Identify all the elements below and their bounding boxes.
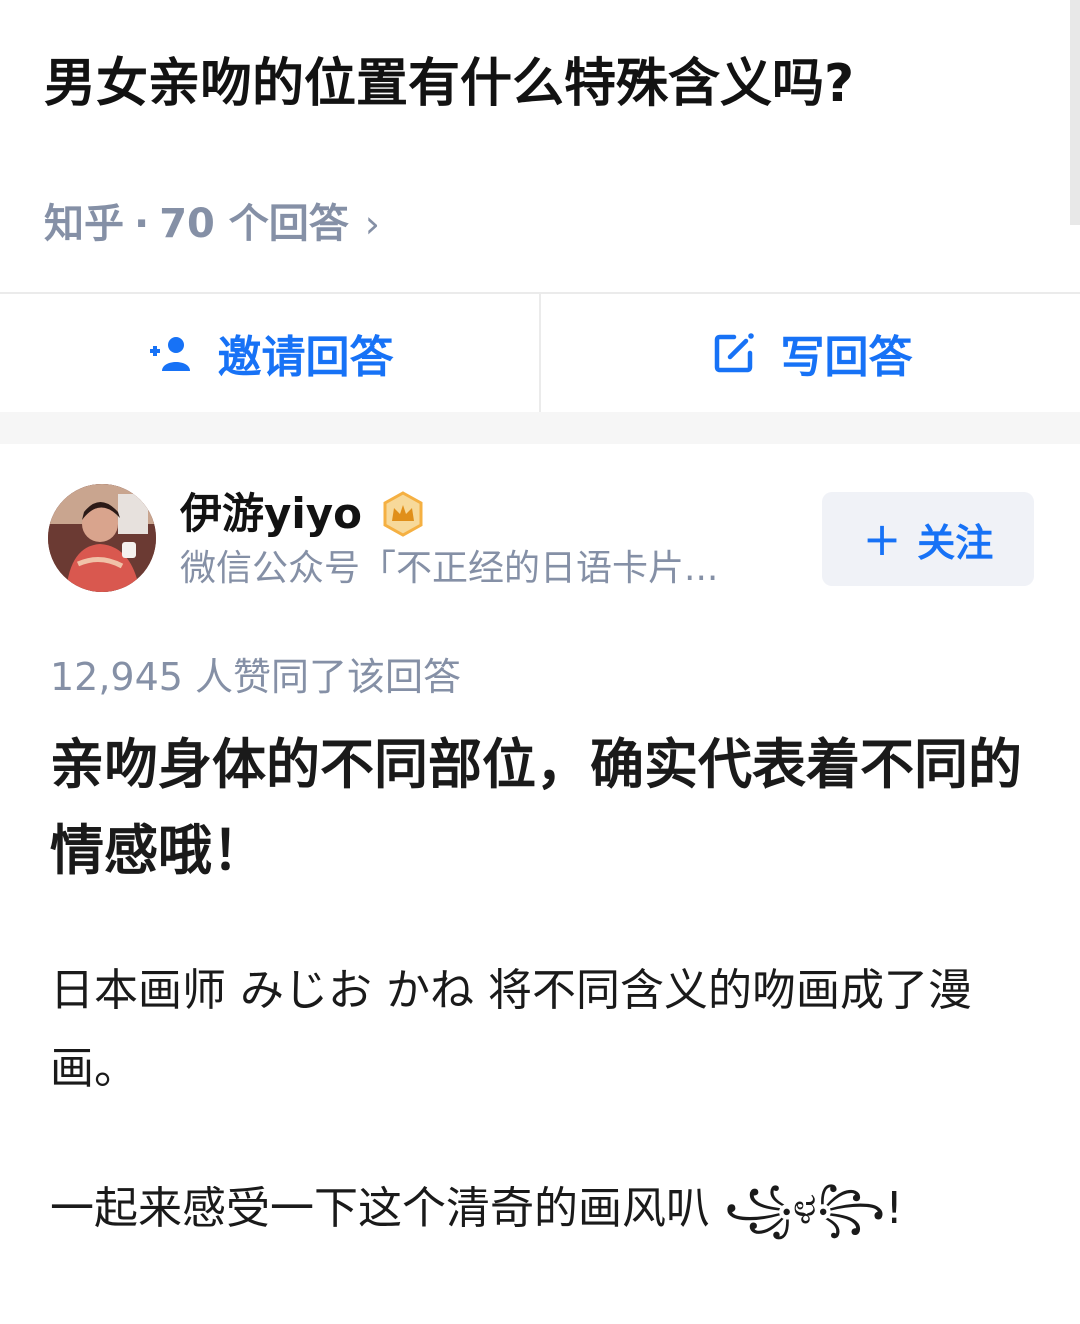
invite-answer-label: 邀请回答 <box>217 332 394 383</box>
scrollbar[interactable] <box>1070 0 1080 225</box>
follow-label: 关注 <box>917 520 994 565</box>
add-person-icon <box>146 328 196 378</box>
answer-headline: 亲吻身体的不同部位，确实代表着不同的情感哦！ <box>50 733 1022 882</box>
meta-separator: · <box>134 201 150 247</box>
author-name-row: 伊游yiyo <box>180 486 426 542</box>
chevron-right-icon: › <box>364 202 380 246</box>
plus-icon: + <box>862 512 902 566</box>
question-action-bar: 邀请回答 写回答 <box>0 292 1080 412</box>
zhihu-answer-page: 男女亲吻的位置有什么特殊含义吗? 知乎 · 70 个回答 › 邀请回答 写回答 … <box>0 0 1080 1324</box>
follow-button[interactable]: + 关注 <box>822 492 1034 586</box>
write-answer-button[interactable]: 写回答 <box>541 294 1080 412</box>
write-answer-label: 写回答 <box>780 332 913 383</box>
site-name: 知乎 <box>44 201 124 247</box>
author-name[interactable]: 伊游yiyo <box>180 486 362 542</box>
question-title[interactable]: 男女亲吻的位置有什么特殊含义吗? <box>44 48 1034 120</box>
edit-icon <box>709 328 759 378</box>
invite-answer-button[interactable]: 邀请回答 <box>0 294 539 412</box>
answer-paragraph: 一起来感受一下这个清奇的画风叭 ꧁ಳ꧂! <box>50 1183 903 1234</box>
answer-paragraph: 日本画师 みじお かね 将不同含义的吻画成了漫画。 <box>50 965 972 1094</box>
vote-count: 12,945 人赞同了该回答 <box>50 655 462 699</box>
author-bio: 微信公众号「不正经的日语卡片... <box>180 548 719 589</box>
question-meta[interactable]: 知乎 · 70 个回答 › <box>44 196 380 252</box>
author-card: 伊游yiyo 微信公众号「不正经的日语卡片... + 关注 <box>48 484 1038 594</box>
section-gap <box>0 412 1080 444</box>
answer-count: 70 个回答 <box>159 201 349 247</box>
crown-badge-icon[interactable] <box>380 491 426 537</box>
avatar[interactable] <box>48 484 156 592</box>
